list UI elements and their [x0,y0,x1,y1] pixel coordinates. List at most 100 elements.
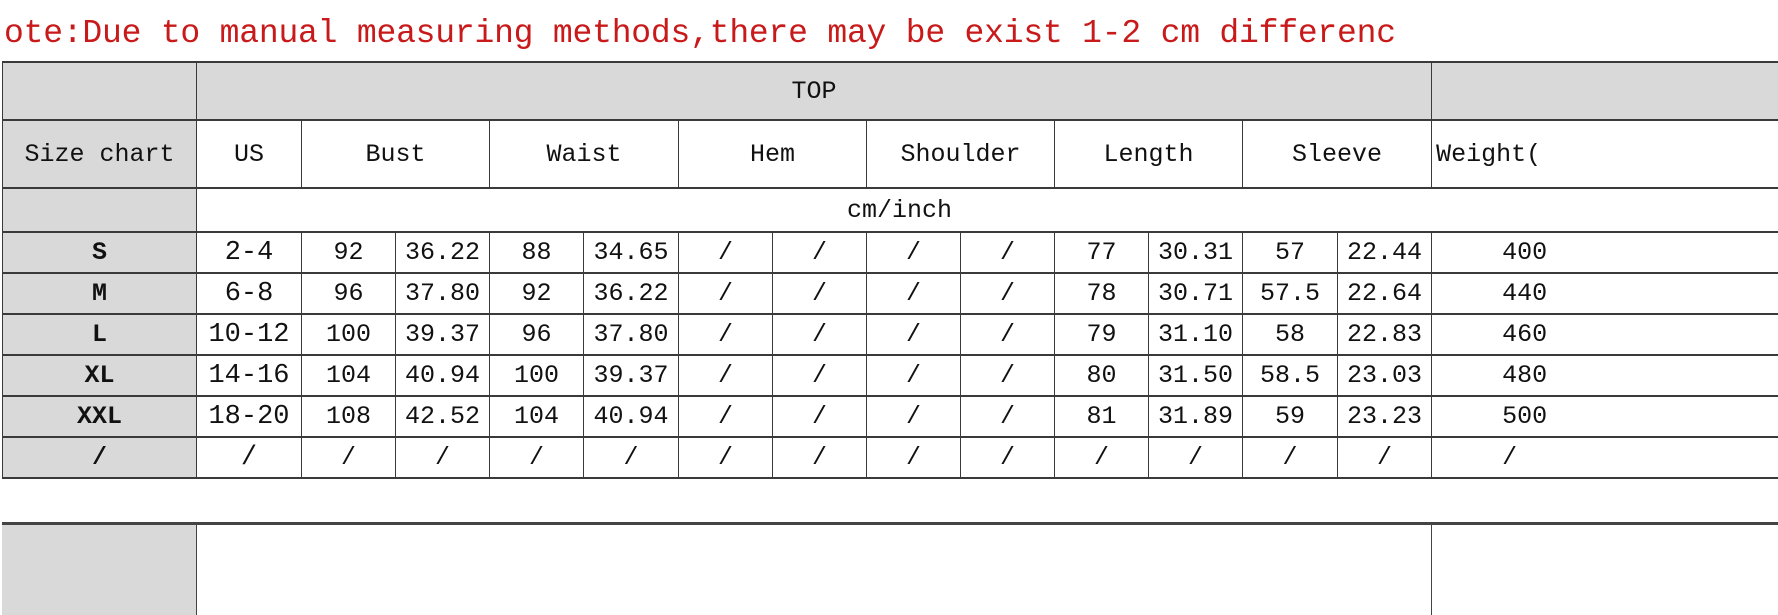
measurement-cell: / [867,355,961,396]
us-size-cell: 6-8 [197,273,302,314]
measurement-cell: 40.94 [396,355,490,396]
measurement-cell: / [302,437,396,478]
measurement-cell: / [1149,437,1243,478]
measurement-cell: / [679,396,773,437]
measurement-cell: 92 [490,273,584,314]
measurement-cell: / [961,437,1055,478]
measurement-cell: 80 [1055,355,1149,396]
measurement-cell: / [773,437,867,478]
measurement-cell: 23.03 [1338,355,1432,396]
measurement-cell: / [773,314,867,355]
measurement-cell: / [679,437,773,478]
weight-cell: 460 [1432,314,1778,355]
measurement-note: ote:Due to manual measuring methods,ther… [4,12,1396,56]
measurement-cell: / [867,437,961,478]
measurement-cell: 92 [302,232,396,273]
next-table-corner [2,525,197,615]
size-label: XL [3,355,197,396]
size-label: M [3,273,197,314]
column-header-row: Size chart US Bust Waist Hem Shoulder Le… [3,120,1778,188]
measurement-cell: 31.10 [1149,314,1243,355]
measurement-cell: 30.31 [1149,232,1243,273]
unit-row: cm/inch [3,188,1778,232]
corner-label: Size chart [3,120,197,188]
measurement-cell: / [679,355,773,396]
measurement-cell: 81 [1055,396,1149,437]
measurement-cell: 42.52 [396,396,490,437]
next-table-divider [1431,525,1432,615]
measurement-cell: 104 [490,396,584,437]
table-row: XXL18-2010842.5210440.94////8131.895923.… [3,396,1778,437]
measurement-cell: / [867,232,961,273]
measurement-cell: 37.80 [396,273,490,314]
size-label: XXL [3,396,197,437]
table-row: M6-89637.809236.22////7830.7157.522.6444… [3,273,1778,314]
us-size-cell: 10-12 [197,314,302,355]
size-chart-table: TOP Size chart US Bust Waist Hem Shoulde… [2,61,1778,479]
measurement-cell: 22.64 [1338,273,1432,314]
measurement-cell: / [679,273,773,314]
measurement-cell: / [867,273,961,314]
measurement-cell: / [773,355,867,396]
table-row: L10-1210039.379637.80////7931.105822.834… [3,314,1778,355]
measurement-cell: 34.65 [584,232,679,273]
weight-group-cell [1432,62,1778,120]
measurement-cell: 30.71 [1149,273,1243,314]
measurement-cell: 79 [1055,314,1149,355]
measurement-cell: 104 [302,355,396,396]
measurement-cell: / [679,314,773,355]
measurement-cell: / [396,437,490,478]
us-size-cell: 18-20 [197,396,302,437]
measurement-cell: / [584,437,679,478]
measurement-cell: / [961,314,1055,355]
measurement-cell: 100 [490,355,584,396]
measurement-cell: 58.5 [1243,355,1338,396]
size-label: S [3,232,197,273]
unit-label: cm/inch [197,188,1778,232]
measurement-cell: 78 [1055,273,1149,314]
measurement-cell: 59 [1243,396,1338,437]
header-sleeve: Sleeve [1243,120,1432,188]
weight-cell: 500 [1432,396,1778,437]
measurement-cell: 22.44 [1338,232,1432,273]
measurement-cell: / [490,437,584,478]
measurement-cell: / [679,232,773,273]
measurement-cell: 58 [1243,314,1338,355]
header-length: Length [1055,120,1243,188]
header-waist: Waist [490,120,679,188]
measurement-cell: / [773,232,867,273]
unit-row-corner [3,188,197,232]
table-row: /////////////// [3,437,1778,478]
measurement-cell: / [961,355,1055,396]
us-size-cell: / [197,437,302,478]
measurement-cell: / [867,396,961,437]
header-bust: Bust [302,120,490,188]
next-table-top [2,522,1778,615]
measurement-cell: 36.22 [584,273,679,314]
corner-empty-cell [3,62,197,120]
group-title: TOP [197,62,1432,120]
measurement-cell: 22.83 [1338,314,1432,355]
measurement-cell: 40.94 [584,396,679,437]
measurement-cell: / [773,396,867,437]
group-header-row: TOP [3,62,1778,120]
measurement-cell: 37.80 [584,314,679,355]
measurement-cell: / [961,232,1055,273]
measurement-cell: / [1055,437,1149,478]
measurement-cell: 100 [302,314,396,355]
weight-cell: 440 [1432,273,1778,314]
measurement-cell: 31.50 [1149,355,1243,396]
measurement-cell: 108 [302,396,396,437]
measurement-cell: / [961,273,1055,314]
measurement-cell: 88 [490,232,584,273]
size-label: L [3,314,197,355]
measurement-cell: / [1243,437,1338,478]
measurement-cell: 57.5 [1243,273,1338,314]
table-row: S2-49236.228834.65////7730.315722.44400 [3,232,1778,273]
measurement-cell: / [961,396,1055,437]
weight-cell: 480 [1432,355,1778,396]
header-us: US [197,120,302,188]
header-hem: Hem [679,120,867,188]
size-label: / [3,437,197,478]
measurement-cell: 23.23 [1338,396,1432,437]
